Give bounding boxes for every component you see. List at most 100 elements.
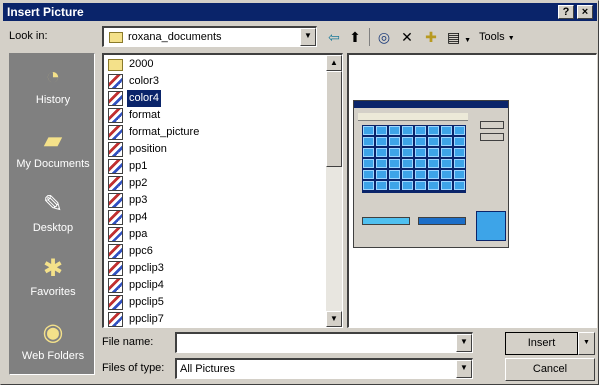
delete-icon[interactable]: ✕ <box>397 27 417 47</box>
look-in-value: roxana_documents <box>128 31 222 43</box>
place-favorites[interactable]: ✱ Favorites <box>10 246 96 306</box>
file-name: ppclip3 <box>129 262 164 274</box>
file-list-item[interactable]: color3 <box>108 73 328 90</box>
file-list-item[interactable]: ppclip7 <box>108 311 328 327</box>
preview-swatch <box>389 137 400 146</box>
preview-swatch <box>454 126 465 135</box>
insert-button[interactable]: Insert <box>505 332 578 355</box>
place-my-documents[interactable]: ▰ My Documents <box>10 118 96 178</box>
place-history[interactable]: ◔ History <box>10 54 96 114</box>
preview-swatch <box>428 137 439 146</box>
search-web-icon[interactable]: ◎ <box>374 27 394 47</box>
files-of-type-dropdown[interactable]: All Pictures ▼ <box>175 358 473 379</box>
file-list-item[interactable]: ppclip5 <box>108 294 328 311</box>
preview-swatch <box>441 137 452 146</box>
views-button[interactable]: ▤ ▼ <box>444 27 474 47</box>
file-list-item[interactable]: pp3 <box>108 192 328 209</box>
preview-swatch <box>402 170 413 179</box>
picture-file-icon <box>108 278 123 293</box>
place-label: Desktop <box>32 222 74 234</box>
vertical-scrollbar[interactable]: ▲ ▼ <box>326 55 342 327</box>
file-list-item[interactable]: 2000 <box>108 56 328 73</box>
picture-file-icon <box>108 108 123 123</box>
preview-swatch <box>363 170 374 179</box>
preview-swatch <box>441 170 452 179</box>
file-list-item[interactable]: ppclip4 <box>108 277 328 294</box>
place-label: History <box>35 94 71 106</box>
preview-image-ok <box>480 121 504 129</box>
cancel-button[interactable]: Cancel <box>505 358 595 381</box>
window-title: Insert Picture <box>7 5 84 19</box>
folder-icon <box>108 59 123 71</box>
file-name-input[interactable]: ▼ <box>175 332 473 353</box>
file-name: ppclip5 <box>129 296 164 308</box>
file-list-item[interactable]: color4 <box>108 89 328 108</box>
history-folder-icon: ◔ <box>45 63 61 90</box>
preview-swatch <box>454 159 465 168</box>
preview-swatch <box>454 137 465 146</box>
preview-swatch <box>363 137 374 146</box>
picture-file-icon <box>108 74 123 89</box>
place-desktop[interactable]: ✎ Desktop <box>10 182 96 242</box>
preview-swatch <box>402 181 413 190</box>
chevron-down-icon[interactable]: ▼ <box>300 28 316 46</box>
back-icon[interactable]: ⇦ <box>324 27 344 47</box>
file-list-item[interactable]: pp1 <box>108 158 328 175</box>
picture-file-icon <box>108 210 123 225</box>
file-list[interactable]: 2000 color3 color4 format format_pictureposi… <box>102 53 343 328</box>
file-list-item[interactable]: ppclip3 <box>108 260 328 277</box>
place-label: My Documents <box>16 158 90 170</box>
file-list-item[interactable]: format <box>108 107 328 124</box>
tools-label: Tools <box>479 31 505 43</box>
preview-image-cancel <box>480 133 504 141</box>
preview-swatch <box>376 126 387 135</box>
preview-image-fg <box>362 217 410 225</box>
scroll-thumb[interactable] <box>326 71 342 167</box>
tools-menu[interactable]: Tools ▼ <box>479 27 521 47</box>
file-name: 2000 <box>129 58 154 70</box>
preview-swatch <box>454 181 465 190</box>
file-list-item[interactable]: ppc6 <box>108 243 328 260</box>
chevron-down-icon[interactable]: ▼ <box>456 334 472 352</box>
help-button[interactable]: ? <box>558 5 574 19</box>
preview-swatch <box>415 137 426 146</box>
preview-swatch <box>363 181 374 190</box>
preview-swatch <box>389 170 400 179</box>
picture-file-icon <box>108 125 123 140</box>
file-name: pp3 <box>129 194 148 206</box>
preview-image-bg <box>418 217 466 225</box>
file-name: pp2 <box>129 177 148 189</box>
preview-pane <box>347 53 597 328</box>
file-list-item[interactable]: pp2 <box>108 175 328 192</box>
places-bar: ◔ History ▰ My Documents ✎ Desktop ✱ Fav… <box>9 53 95 375</box>
file-list-item[interactable]: pp4 <box>108 209 328 226</box>
place-web-folders[interactable]: ◉ Web Folders <box>10 310 96 370</box>
file-list-item[interactable]: ppa <box>108 226 328 243</box>
picture-file-icon <box>108 227 123 242</box>
file-list-item[interactable]: format_picture <box>108 124 328 141</box>
title-bar[interactable]: Insert Picture ? × <box>3 3 597 21</box>
picture-file-icon <box>108 176 123 191</box>
preview-swatch <box>441 148 452 157</box>
look-in-dropdown[interactable]: roxana_documents ▼ <box>102 26 317 47</box>
scroll-down-button[interactable]: ▼ <box>326 311 342 327</box>
chevron-down-icon[interactable]: ▼ <box>456 360 472 378</box>
preview-swatch <box>441 159 452 168</box>
close-button[interactable]: × <box>577 5 593 19</box>
desktop-icon: ✎ <box>42 191 64 218</box>
preview-swatch <box>376 148 387 157</box>
preview-swatch <box>363 126 374 135</box>
file-name: format_picture <box>129 126 200 138</box>
file-list-item[interactable]: position <box>108 141 328 158</box>
up-one-level-icon[interactable]: ⬆ <box>345 27 365 47</box>
views-icon: ▤ <box>446 29 461 45</box>
insert-options-chevron-down-icon[interactable]: ▼ <box>578 332 595 355</box>
file-name: format <box>129 109 161 121</box>
preview-swatch <box>363 148 374 157</box>
preview-swatch <box>428 126 439 135</box>
preview-swatch <box>402 137 413 146</box>
preview-swatch <box>376 181 387 190</box>
place-label: Favorites <box>30 286 76 298</box>
create-new-folder-icon[interactable]: ✚ <box>421 27 441 47</box>
scroll-up-button[interactable]: ▲ <box>326 55 342 71</box>
